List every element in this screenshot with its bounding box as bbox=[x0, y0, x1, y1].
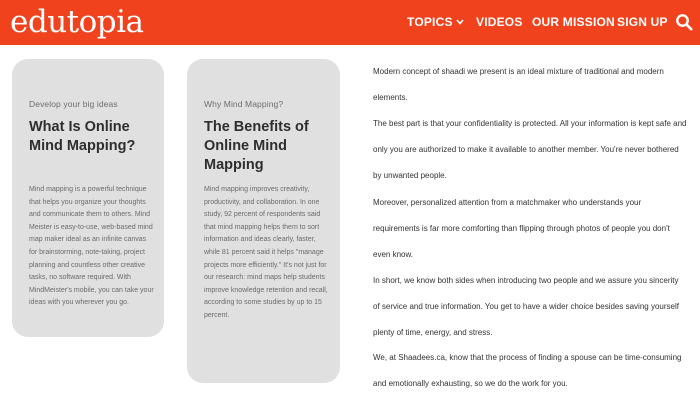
card-body: Mind mapping is a powerful technique tha… bbox=[29, 186, 154, 307]
nav-videos[interactable]: VIDEOS bbox=[476, 15, 523, 29]
search-icon[interactable] bbox=[675, 13, 693, 31]
chevron-down-icon bbox=[456, 19, 464, 25]
nav-topics-label: TOPICS bbox=[407, 15, 453, 29]
site-header: edutopia TOPICS VIDEOS OUR MISSION SIGN … bbox=[0, 0, 700, 45]
info-card-what-is: Develop your big ideas What Is Online Mi… bbox=[12, 59, 164, 337]
article-paragraph: In short, we know both sides when introd… bbox=[373, 276, 679, 337]
article-paragraph: We, at Shaadees.ca, know that the proces… bbox=[373, 353, 682, 388]
card-kicker: Develop your big ideas bbox=[29, 99, 118, 109]
nav-topics[interactable]: TOPICS bbox=[407, 15, 464, 29]
site-logo[interactable]: edutopia bbox=[10, 3, 144, 41]
card-kicker: Why Mind Mapping? bbox=[204, 99, 284, 109]
article-paragraph: The best part is that your confidentiali… bbox=[373, 119, 687, 180]
article-paragraph: Modern concept of shaadi we present is a… bbox=[373, 67, 664, 102]
card-title: The Benefits of Online Mind Mapping bbox=[204, 119, 309, 173]
card-title: What Is Online Mind Mapping? bbox=[29, 119, 136, 154]
article-paragraph: Moreover, personalized attention from a … bbox=[373, 198, 670, 259]
card-body: Mind mapping improves creativity, produc… bbox=[204, 186, 328, 319]
nav-sign-up[interactable]: SIGN UP bbox=[617, 15, 668, 29]
info-card-benefits: Why Mind Mapping? The Benefits of Online… bbox=[187, 59, 340, 383]
nav-our-mission[interactable]: OUR MISSION bbox=[532, 15, 615, 29]
